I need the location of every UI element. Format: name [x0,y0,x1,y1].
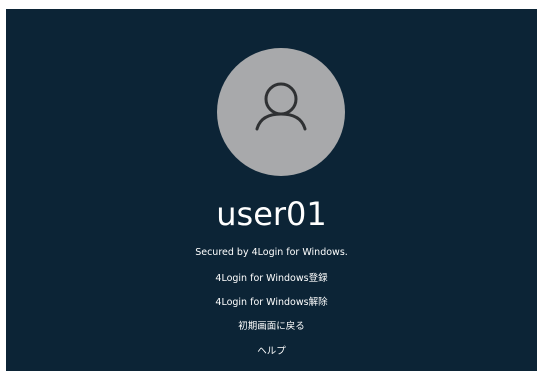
register-4login-link[interactable]: 4Login for Windows登録 [6,272,537,286]
help-link[interactable]: ヘルプ [6,345,537,359]
unregister-4login-link[interactable]: 4Login for Windows解除 [6,296,537,310]
security-notice: Secured by 4Login for Windows. [195,247,348,258]
username: user01 [216,195,327,233]
login-screen: user01 Secured by 4Login for Windows. 4L… [6,9,537,371]
user-icon [255,82,307,131]
user-avatar [217,48,345,176]
return-to-initial-screen-link[interactable]: 初期画面に戻る [6,320,537,334]
